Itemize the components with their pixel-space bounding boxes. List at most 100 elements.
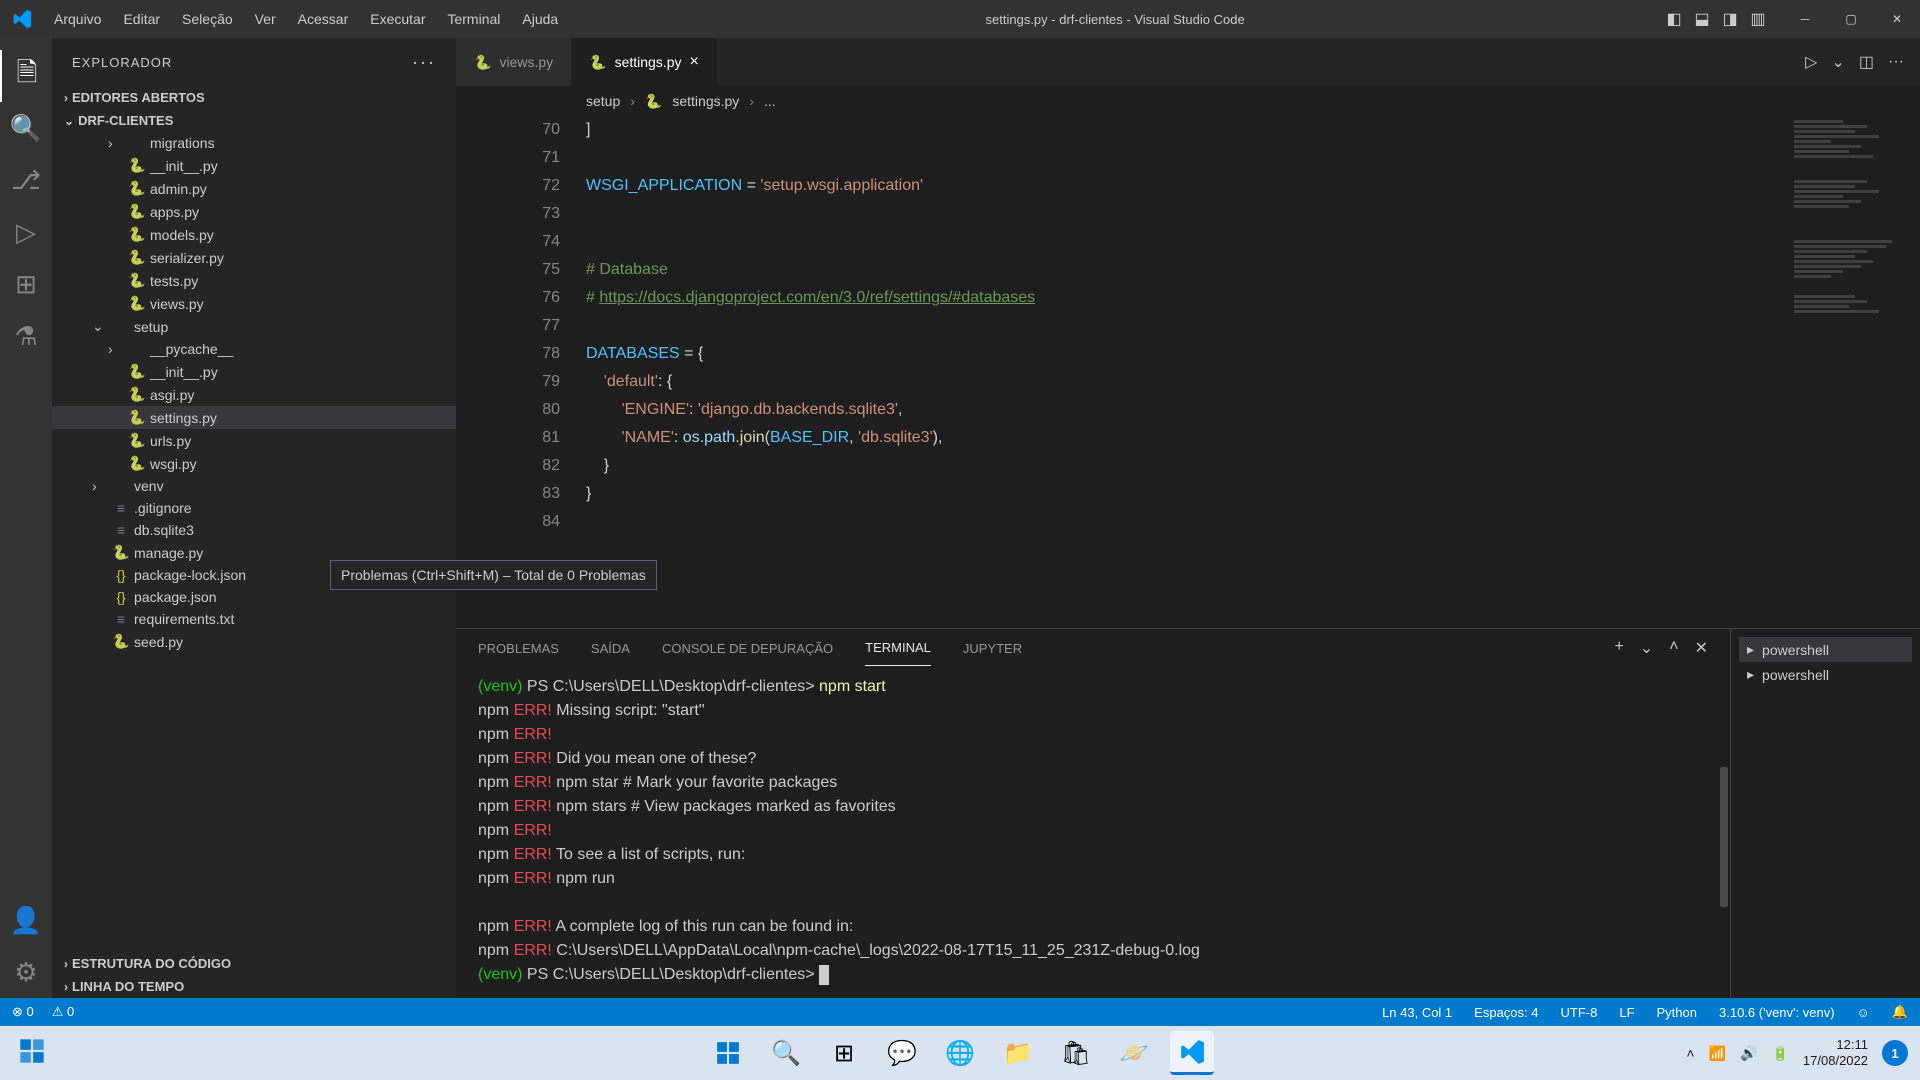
scrollbar[interactable] <box>1720 767 1728 907</box>
tree-item-seed-py[interactable]: 🐍seed.py <box>52 630 456 653</box>
sidebar-more-icon[interactable]: ··· <box>412 52 436 73</box>
breadcrumb[interactable]: setup›🐍 settings.py›... <box>456 86 1920 116</box>
section-open-editors[interactable]: › EDITORES ABERTOS <box>52 86 456 109</box>
status-encoding[interactable]: UTF-8 <box>1561 1005 1598 1020</box>
tree-item-serializer-py[interactable]: 🐍serializer.py <box>52 246 456 269</box>
panel-tab-terminal[interactable]: TERMINAL <box>865 630 931 666</box>
code-line[interactable]: DATABASES = { <box>586 340 1790 368</box>
tree-item-models-py[interactable]: 🐍models.py <box>52 223 456 246</box>
chrome-app-icon[interactable]: 🌐 <box>938 1031 982 1075</box>
menu-ver[interactable]: Ver <box>245 3 286 35</box>
layout-primary-icon[interactable]: ◧ <box>1662 9 1686 29</box>
tree-item-__init__-py[interactable]: 🐍__init__.py <box>52 154 456 177</box>
terminal-instance[interactable]: ▸powershell <box>1739 662 1912 687</box>
accounts-icon[interactable]: 👤 <box>0 894 52 946</box>
panel-tab-console-de-depuração[interactable]: CONSOLE DE DEPURAÇÃO <box>662 631 833 666</box>
tree-item-db-sqlite3[interactable]: ≡db.sqlite3 <box>52 519 456 541</box>
code-content[interactable]: ] WSGI_APPLICATION = 'setup.wsgi.applica… <box>586 116 1790 628</box>
status-errors[interactable]: ⊗ 0 <box>12 1004 34 1020</box>
code-line[interactable]: ] <box>586 116 1790 144</box>
menu-terminal[interactable]: Terminal <box>437 3 510 35</box>
vscode-app-icon[interactable] <box>1170 1031 1214 1075</box>
notification-badge[interactable]: 1 <box>1882 1040 1908 1066</box>
tree-item-settings-py[interactable]: 🐍settings.py <box>52 406 456 429</box>
status-cursor-position[interactable]: Ln 43, Col 1 <box>1382 1005 1452 1020</box>
code-line[interactable] <box>586 144 1790 172</box>
code-line[interactable] <box>586 312 1790 340</box>
terminal[interactable]: (venv) PS C:\Users\DELL\Desktop\drf-clie… <box>456 667 1730 998</box>
chat-app-icon[interactable]: 💬 <box>880 1031 924 1075</box>
source-control-icon[interactable]: ⎇ <box>0 154 52 206</box>
tree-item-admin-py[interactable]: 🐍admin.py <box>52 177 456 200</box>
clock[interactable]: 12:11 17/08/2022 <box>1803 1037 1868 1069</box>
panel-tab-jupyter[interactable]: JUPYTER <box>963 631 1022 666</box>
code-line[interactable]: # https://docs.djangoproject.com/en/3.0/… <box>586 284 1790 312</box>
store-app-icon[interactable]: 🛍 <box>1054 1031 1098 1075</box>
code-line[interactable]: } <box>586 480 1790 508</box>
testing-icon[interactable]: ⚗ <box>0 310 52 362</box>
menu-arquivo[interactable]: Arquivo <box>44 3 111 35</box>
tree-item-migrations[interactable]: ›migrations <box>52 132 456 154</box>
wifi-icon[interactable]: 📶 <box>1709 1045 1726 1062</box>
close-panel-icon[interactable]: ✕ <box>1695 628 1708 668</box>
tree-item-urls-py[interactable]: 🐍urls.py <box>52 429 456 452</box>
battery-icon[interactable]: 🔋 <box>1771 1045 1788 1062</box>
search-button[interactable]: 🔍 <box>764 1031 808 1075</box>
split-editor-icon[interactable]: ◫ <box>1859 52 1874 72</box>
layout-secondary-icon[interactable]: ◨ <box>1718 9 1742 29</box>
terminal-dropdown-icon[interactable]: ⌄ <box>1640 628 1653 668</box>
menu-editar[interactable]: Editar <box>113 3 170 35</box>
panel-tab-problemas[interactable]: PROBLEMAS <box>478 631 559 666</box>
start-button[interactable] <box>706 1031 750 1075</box>
layout-panel-icon[interactable]: ⬓ <box>1690 9 1714 29</box>
tree-item-wsgi-py[interactable]: 🐍wsgi.py <box>52 452 456 475</box>
jupyter-app-icon[interactable]: 🪐 <box>1112 1031 1156 1075</box>
menu-acessar[interactable]: Acessar <box>288 3 359 35</box>
code-line[interactable]: 'default': { <box>586 368 1790 396</box>
search-icon[interactable]: 🔍 <box>0 102 52 154</box>
section-timeline[interactable]: › LINHA DO TEMPO <box>52 975 456 998</box>
code-line[interactable]: } <box>586 452 1790 480</box>
tree-item-apps-py[interactable]: 🐍apps.py <box>52 200 456 223</box>
code-line[interactable]: 'ENGINE': 'django.db.backends.sqlite3', <box>586 396 1790 424</box>
status-spaces[interactable]: Espaços: 4 <box>1474 1005 1538 1020</box>
menu-ajuda[interactable]: Ajuda <box>512 3 568 35</box>
settings-gear-icon[interactable]: ⚙ <box>0 946 52 998</box>
tab-views-py[interactable]: 🐍views.py <box>456 38 571 86</box>
close-tab-icon[interactable]: × <box>690 53 699 71</box>
minimap[interactable] <box>1790 116 1920 628</box>
status-warnings[interactable]: ⚠ 0 <box>52 1004 75 1020</box>
layout-customize-icon[interactable]: ▥ <box>1746 9 1770 29</box>
status-language[interactable]: Python <box>1657 1005 1697 1020</box>
tray-expand-icon[interactable]: ˄ <box>1686 1045 1694 1061</box>
tree-item-venv[interactable]: ›venv <box>52 475 456 497</box>
more-actions-icon[interactable]: ··· <box>1888 53 1904 71</box>
tree-item-setup[interactable]: ⌄setup <box>52 315 456 338</box>
breadcrumb-segment[interactable]: settings.py <box>672 93 739 109</box>
explorer-icon[interactable]: 🗎 <box>0 50 52 102</box>
extensions-icon[interactable]: ⊞ <box>0 258 52 310</box>
code-line[interactable] <box>586 508 1790 536</box>
breadcrumb-segment[interactable]: setup <box>586 93 620 109</box>
status-interpreter[interactable]: 3.10.6 ('venv': venv) <box>1719 1005 1835 1020</box>
volume-icon[interactable]: 🔊 <box>1740 1045 1757 1062</box>
code-editor[interactable]: 707172737475767778798081828384 ] WSGI_AP… <box>456 116 1920 628</box>
taskview-button[interactable]: ⊞ <box>822 1031 866 1075</box>
close-button[interactable]: ✕ <box>1874 0 1920 38</box>
tree-item-requirements-txt[interactable]: ≡requirements.txt <box>52 608 456 630</box>
panel-tab-saída[interactable]: SAÍDA <box>591 631 630 666</box>
code-line[interactable]: 'NAME': os.path.join(BASE_DIR, 'db.sqlit… <box>586 424 1790 452</box>
section-outline[interactable]: › ESTRUTURA DO CÓDIGO <box>52 952 456 975</box>
maximize-button[interactable]: ▢ <box>1828 0 1874 38</box>
tree-item-__pycache__[interactable]: ›__pycache__ <box>52 338 456 360</box>
status-notifications-icon[interactable]: 🔔 <box>1892 1004 1908 1020</box>
new-terminal-icon[interactable]: + <box>1615 628 1624 668</box>
minimize-button[interactable]: ─ <box>1782 0 1828 38</box>
explorer-app-icon[interactable]: 📁 <box>996 1031 1040 1075</box>
run-debug-icon[interactable]: ▷ <box>0 206 52 258</box>
tab-settings-py[interactable]: 🐍settings.py× <box>571 38 717 86</box>
breadcrumb-segment[interactable]: ... <box>764 93 776 109</box>
tree-item-tests-py[interactable]: 🐍tests.py <box>52 269 456 292</box>
run-icon[interactable]: ▷ <box>1805 52 1817 72</box>
code-line[interactable] <box>586 200 1790 228</box>
